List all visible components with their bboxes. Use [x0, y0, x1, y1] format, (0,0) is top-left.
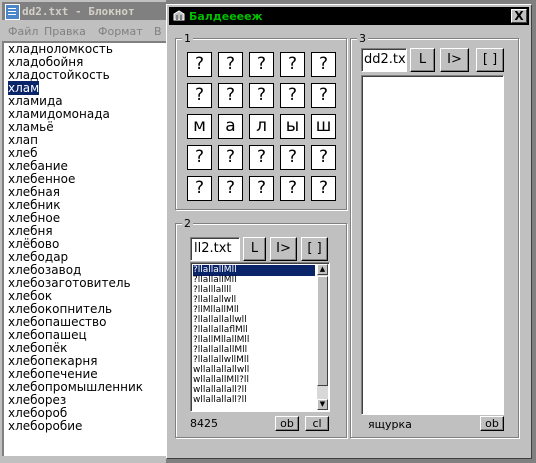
group-3-word-list[interactable] [361, 75, 504, 415]
grid-cell[interactable]: ? [218, 52, 243, 77]
notepad-line-text: хлам [8, 81, 40, 95]
notepad-line-text: хлеб [8, 146, 38, 160]
notepad-title: dd2.txt - Блокнот [22, 5, 135, 18]
grid-cell[interactable]: ? [218, 176, 243, 201]
close-button[interactable]: X [511, 9, 527, 23]
notepad-line-text: хлебозаготовитель [8, 276, 131, 290]
notepad-line-text: хладостойкость [8, 68, 110, 82]
grid-cell[interactable]: ? [311, 52, 336, 77]
dialog-title: Балдееееж [189, 10, 263, 23]
notepad-line-text: хлеборез [8, 393, 67, 407]
notepad-line-text: хламьё [8, 120, 54, 134]
notepad-line-text: хлебороб [8, 406, 68, 420]
notepad-line-text: хлебок [8, 289, 53, 303]
grid-cell[interactable]: л [249, 114, 274, 139]
group-2-caption: 2 [182, 217, 193, 230]
group-3-word: ящурка [368, 418, 412, 431]
notepad-titlebar[interactable]: dd2.txt - Блокнот [2, 2, 166, 20]
scroll-down-button[interactable]: ▼ [317, 399, 328, 410]
grid-cell[interactable]: ? [218, 145, 243, 170]
menu-view[interactable]: В [154, 25, 162, 38]
group-3-l-button[interactable]: L [410, 48, 435, 72]
grid-cell[interactable]: ? [280, 83, 305, 108]
group-2-file-field[interactable]: ll2.txt [190, 237, 240, 261]
close-icon: X [514, 9, 524, 23]
notepad-line[interactable]: хлеборобие [4, 420, 166, 433]
notepad-line-text: хлап [8, 133, 38, 147]
group-2-count: 8425 [190, 417, 218, 430]
scroll-up-icon: ▲ [319, 265, 326, 273]
app-icon [173, 10, 185, 21]
grid-cell[interactable]: а [218, 114, 243, 139]
grid-cell[interactable]: ? [249, 52, 274, 77]
group-3-caption: 3 [357, 32, 368, 45]
grid-cell[interactable]: ? [311, 176, 336, 201]
notepad-icon [5, 4, 20, 20]
grid-cell[interactable]: ? [249, 145, 274, 170]
notepad-line-text: хлеборобие [8, 419, 83, 433]
notepad-text-area[interactable]: хладноломкость хладобойня хладостойкость хл… [2, 41, 166, 456]
grid-cell[interactable]: ? [187, 145, 212, 170]
group-3-next-button[interactable]: I> [440, 48, 469, 72]
notepad-line-text: хладобойня [8, 55, 84, 69]
grid-cell[interactable]: ? [249, 176, 274, 201]
notepad-line-text: хлебопечение [8, 367, 98, 381]
scroll-thumb[interactable] [317, 276, 328, 386]
notepad-line-text: хлебная [8, 185, 60, 199]
group-2-next-button[interactable]: I> [270, 237, 297, 261]
notepad-line-text: хлебопашец [8, 328, 87, 342]
notepad-line-text: хлебодар [8, 250, 69, 264]
dialog-titlebar[interactable]: Балдееееж X [169, 7, 529, 25]
group-3-file-field[interactable]: dd2.txt [361, 48, 407, 72]
group-2-brackets-button[interactable]: [ ] [301, 237, 328, 261]
notepad-line-text: хламидомонада [8, 107, 110, 121]
group-3-ob-button[interactable]: ob [480, 416, 504, 431]
notepad-window: dd2.txt - Блокнот Файл Правка Формат В х… [0, 0, 166, 463]
grid-cell[interactable]: ? [218, 83, 243, 108]
grid-cell[interactable]: ? [187, 176, 212, 201]
grid-cell[interactable]: ? [280, 52, 305, 77]
grid-cell[interactable]: ? [187, 83, 212, 108]
notepad-line-text: хлебник [8, 198, 61, 212]
notepad-line-text: хлебное [8, 211, 61, 225]
group-2-ob-button[interactable]: ob [275, 416, 299, 431]
group-1-caption: 1 [182, 32, 193, 45]
notepad-line-text: хлебня [8, 224, 53, 238]
notepad-line-text: хлебание [8, 159, 68, 173]
grid-cell[interactable]: ы [280, 114, 305, 139]
notepad-line-text: хладноломкость [8, 42, 113, 56]
grid-cell[interactable]: ? [249, 83, 274, 108]
notepad-line-text: хлебопекарня [8, 354, 98, 368]
grid-cell[interactable]: м [187, 114, 212, 139]
notepad-line-text: хлебопромышленник [8, 380, 143, 394]
notepad-line-text: хламида [8, 94, 63, 108]
menu-file[interactable]: Файл [8, 25, 38, 38]
group-3-brackets-button[interactable]: [ ] [476, 48, 504, 72]
grid-cell[interactable]: ? [280, 145, 305, 170]
menu-format[interactable]: Формат [98, 25, 143, 38]
notepad-line-text: хлебокопнитель [8, 302, 113, 316]
grid-cell[interactable]: ? [187, 52, 212, 77]
scroll-down-icon: ▼ [319, 400, 326, 408]
grid-cell[interactable]: ш [311, 114, 336, 139]
menu-edit[interactable]: Правка [44, 25, 86, 38]
notepad-menubar: Файл Правка Формат В [2, 22, 166, 40]
pattern-list-item[interactable]: wllallallall?ll [193, 395, 315, 406]
notepad-line-text: хлебозавод [8, 263, 82, 277]
group-2-scrollbar[interactable]: ▲ ▼ [317, 264, 328, 410]
notepad-line-text: хлебенное [8, 172, 76, 186]
notepad-line-text: хлебопёк [8, 341, 68, 355]
scroll-up-button[interactable]: ▲ [317, 264, 328, 275]
grid-cell[interactable]: ? [311, 83, 336, 108]
grid-cell[interactable]: ? [311, 145, 336, 170]
grid-cell[interactable]: ? [280, 176, 305, 201]
group-2-l-button[interactable]: L [243, 237, 266, 261]
group-2-cl-button[interactable]: cl [305, 416, 329, 431]
notepad-line-text: хлебопашество [8, 315, 107, 329]
group-2-pattern-list[interactable]: ▲ ▼ ?llallallMll ?llallallMll ?llalllallll… [190, 262, 330, 412]
notepad-line-text: хлёбово [8, 237, 60, 251]
